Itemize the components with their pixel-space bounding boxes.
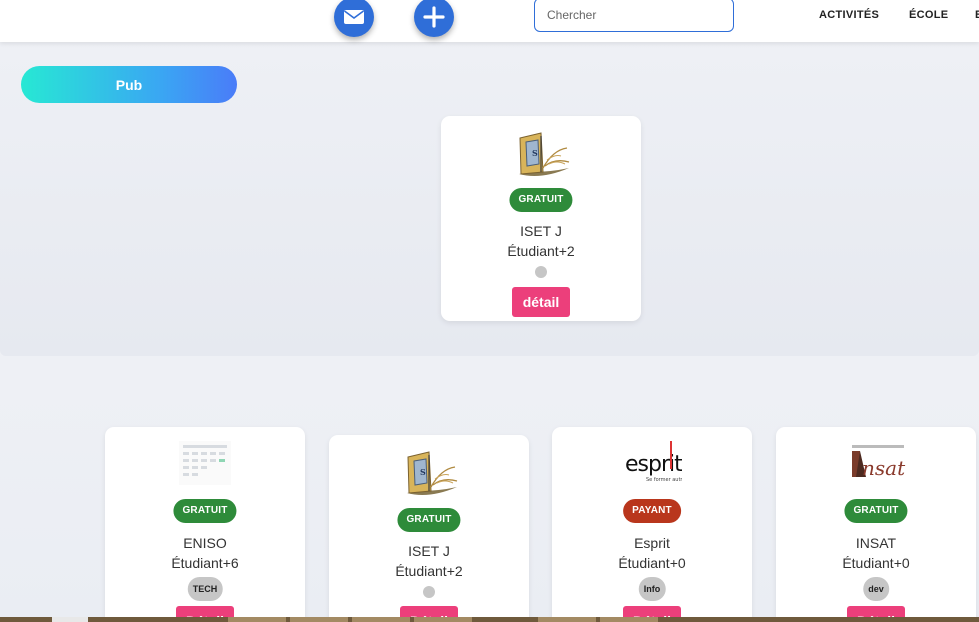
school-name: Esprit bbox=[634, 535, 670, 551]
category-tag: TECH bbox=[187, 577, 223, 601]
envelope-icon bbox=[344, 10, 364, 24]
detail-button[interactable]: détail bbox=[512, 287, 570, 317]
taskbar-item[interactable] bbox=[538, 617, 596, 622]
student-count: Étudiant+6 bbox=[171, 555, 239, 571]
pricing-badge: GRATUIT bbox=[397, 508, 461, 532]
plus-icon bbox=[423, 6, 445, 28]
school-name: ISET J bbox=[520, 223, 562, 239]
svg-text:Se former autrement: Se former autrement bbox=[646, 477, 682, 483]
category-tag: dev bbox=[863, 577, 889, 601]
svg-text:S: S bbox=[420, 467, 426, 477]
svg-text:esprit: esprit bbox=[625, 452, 682, 477]
student-count: Étudiant+0 bbox=[842, 555, 910, 571]
pricing-badge: GRATUIT bbox=[844, 499, 908, 523]
pricing-badge: GRATUIT bbox=[509, 188, 573, 212]
os-taskbar bbox=[0, 617, 979, 622]
taskbar-item[interactable] bbox=[600, 617, 658, 622]
student-count: Étudiant+2 bbox=[395, 563, 463, 579]
school-card: esprit Se former autrement PAYANT Esprit… bbox=[552, 427, 752, 622]
pricing-badge: PAYANT bbox=[623, 499, 681, 523]
taskbar-item[interactable] bbox=[414, 617, 472, 622]
featured-school-card: S GRATUIT ISET J Étudiant+2 détail bbox=[441, 116, 641, 321]
iset-logo-icon: S bbox=[407, 451, 458, 495]
taskbar-item[interactable] bbox=[352, 617, 410, 622]
iset-logo-icon: S bbox=[519, 132, 570, 176]
taskbar-item[interactable] bbox=[52, 617, 88, 622]
school-card: S GRATUIT ISET J Étudiant+2 Détail bbox=[329, 435, 529, 622]
taskbar-item[interactable] bbox=[228, 617, 286, 622]
message-button[interactable] bbox=[334, 0, 374, 37]
svg-text:S: S bbox=[532, 148, 538, 158]
nav-activites[interactable]: ACTIVITÉS bbox=[819, 9, 879, 21]
tag-dot bbox=[535, 266, 547, 278]
school-name: ENISO bbox=[183, 535, 227, 551]
search-input[interactable] bbox=[534, 0, 734, 32]
insat-logo-icon: nsat bbox=[852, 445, 906, 480]
pricing-badge: GRATUIT bbox=[173, 499, 237, 523]
add-button[interactable] bbox=[414, 0, 454, 37]
pub-button[interactable]: Pub bbox=[21, 66, 237, 103]
school-name: ISET J bbox=[408, 543, 450, 559]
student-count: Étudiant+2 bbox=[507, 243, 575, 259]
eniso-logo-icon bbox=[179, 441, 231, 485]
esprit-logo-icon: esprit Se former autrement bbox=[625, 441, 682, 483]
nav-ecole[interactable]: ÉCOLE bbox=[909, 9, 948, 21]
school-name: INSAT bbox=[855, 535, 897, 551]
svg-text:nsat: nsat bbox=[862, 456, 906, 480]
category-tag: Info bbox=[638, 577, 666, 601]
school-card: GRATUIT ENISO Étudiant+6 TECH Détail bbox=[105, 427, 305, 622]
tag-dot bbox=[423, 586, 435, 598]
school-card: nsat GRATUIT INSAT Étudiant+0 dev Détail bbox=[776, 427, 976, 622]
student-count: Étudiant+0 bbox=[618, 555, 686, 571]
taskbar-item[interactable] bbox=[290, 617, 348, 622]
nav-more[interactable]: E bbox=[975, 9, 979, 21]
top-navbar: ACTIVITÉS ÉCOLE E bbox=[0, 0, 979, 42]
